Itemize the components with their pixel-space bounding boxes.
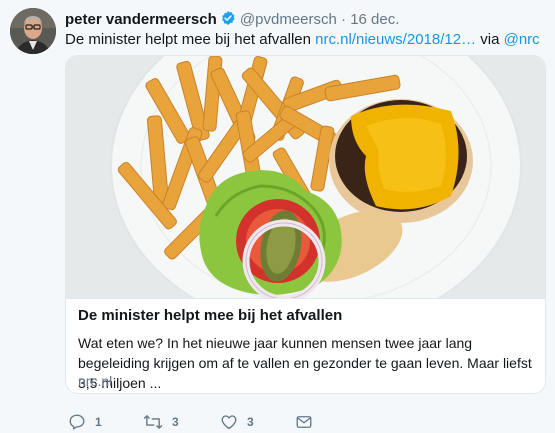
card-title: De minister helpt mee bij het afvallen	[78, 307, 343, 324]
article-link[interactable]: nrc.nl/nieuws/2018/12…	[315, 31, 476, 48]
tweet-date[interactable]: 16 dec.	[350, 11, 399, 28]
reply-button[interactable]: 1	[68, 411, 102, 433]
via-label: via	[480, 31, 500, 48]
reply-count: 1	[95, 415, 102, 429]
like-button[interactable]: 3	[220, 411, 254, 433]
card-domain: nrc.nl	[78, 373, 113, 389]
reply-icon	[68, 413, 86, 431]
tweet-header: peter vandermeersch @pvdmeersch · 16 dec…	[65, 10, 399, 31]
via-mention[interactable]: @nrc	[504, 31, 540, 48]
link-card[interactable]: De minister helpt mee bij het afvallen W…	[65, 55, 546, 394]
like-icon	[220, 413, 238, 431]
verified-badge-icon	[220, 10, 236, 31]
like-count: 3	[247, 415, 254, 429]
direct-message-button[interactable]	[295, 411, 313, 433]
separator-dot: ·	[341, 11, 347, 28]
author-name[interactable]: peter vandermeersch	[65, 11, 217, 28]
message-icon	[295, 413, 313, 431]
tweet-actions: 1 3 3	[65, 411, 545, 433]
tweet-text: De minister helpt mee bij het afvallen n…	[65, 30, 540, 50]
author-handle[interactable]: @pvdmeersch	[240, 11, 337, 28]
avatar[interactable]	[10, 8, 56, 54]
retweet-count: 3	[172, 415, 179, 429]
tweet: peter vandermeersch @pvdmeersch · 16 dec…	[0, 0, 555, 432]
card-image[interactable]	[66, 56, 545, 298]
retweet-icon	[143, 413, 163, 431]
card-body[interactable]: De minister helpt mee bij het afvallen W…	[66, 298, 545, 393]
retweet-button[interactable]: 3	[143, 411, 179, 433]
tweet-body: De minister helpt mee bij het afvallen	[65, 31, 311, 48]
card-description: Wat eten we? In het nieuwe jaar kunnen m…	[78, 335, 532, 391]
